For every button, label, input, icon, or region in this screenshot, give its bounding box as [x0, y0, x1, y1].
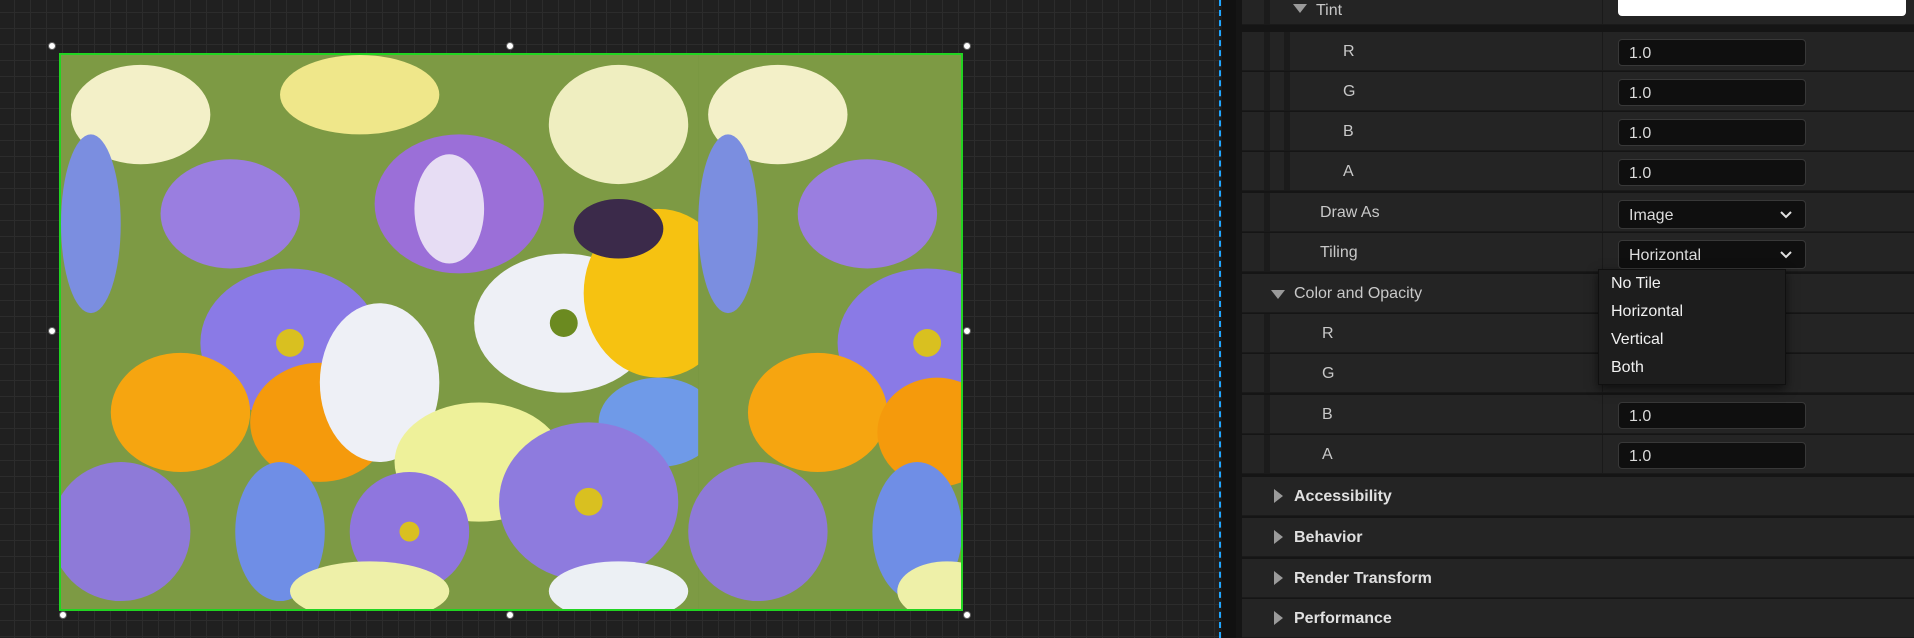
- tiling-dropdown-menu: No Tile Horizontal Vertical Both: [1598, 269, 1786, 385]
- tint-label: Tint: [1316, 2, 1343, 19]
- draw-as-label: Draw As: [1320, 204, 1380, 221]
- color-r-label: R: [1322, 325, 1334, 342]
- resize-handle-bottom-center[interactable]: [506, 611, 514, 619]
- tint-a-row: A 1.0: [1242, 152, 1914, 191]
- tint-r-input[interactable]: 1.0: [1618, 39, 1806, 66]
- section-performance[interactable]: Performance: [1242, 599, 1914, 638]
- draw-as-row: Draw As Image: [1242, 193, 1914, 232]
- tint-b-row: B 1.0: [1242, 112, 1914, 151]
- expand-arrow-icon[interactable]: [1274, 611, 1283, 625]
- image-widget[interactable]: [59, 53, 963, 611]
- tint-row[interactable]: Tint: [1242, 0, 1914, 25]
- color-g-row: G: [1242, 354, 1914, 393]
- tint-b-label: B: [1343, 123, 1354, 140]
- color-g-label: G: [1322, 365, 1335, 382]
- tiling-option-horizontal[interactable]: Horizontal: [1599, 298, 1785, 326]
- panel-gutter: [1222, 0, 1236, 638]
- expand-arrow-icon[interactable]: [1274, 571, 1283, 585]
- tint-g-row: G 1.0: [1242, 72, 1914, 111]
- chevron-down-icon: [1780, 211, 1792, 219]
- tiling-option-no-tile[interactable]: No Tile: [1599, 270, 1785, 298]
- resize-handle-top-left[interactable]: [48, 42, 56, 50]
- expand-arrow-icon[interactable]: [1274, 530, 1283, 544]
- section-behavior-label: Behavior: [1294, 529, 1363, 546]
- color-b-row: B 1.0: [1242, 395, 1914, 434]
- resize-handle-top-center[interactable]: [506, 42, 514, 50]
- tint-g-label: G: [1343, 83, 1356, 100]
- color-opacity-row[interactable]: Color and Opacity: [1242, 274, 1914, 313]
- resize-handle-middle-right[interactable]: [963, 327, 971, 335]
- tint-color-swatch[interactable]: [1618, 0, 1906, 16]
- section-accessibility-label: Accessibility: [1294, 488, 1392, 505]
- resize-handle-middle-left[interactable]: [48, 327, 56, 335]
- tint-a-label: A: [1343, 163, 1354, 180]
- section-render-transform-label: Render Transform: [1294, 570, 1432, 587]
- draw-as-select[interactable]: Image: [1618, 200, 1806, 229]
- tint-g-input[interactable]: 1.0: [1618, 79, 1806, 106]
- draw-as-value: Image: [1629, 207, 1674, 224]
- section-accessibility[interactable]: Accessibility: [1242, 477, 1914, 516]
- resize-handle-bottom-left[interactable]: [59, 611, 67, 619]
- resize-handle-top-right[interactable]: [963, 42, 971, 50]
- tiling-row: Tiling Horizontal: [1242, 233, 1914, 272]
- tint-r-row: R 1.0: [1242, 32, 1914, 71]
- designer-canvas[interactable]: [0, 0, 1220, 638]
- tiling-label: Tiling: [1320, 244, 1358, 261]
- resize-handle-bottom-right[interactable]: [963, 611, 971, 619]
- details-panel: Tint R 1.0 G 1.0 B 1.0 A 1.0 Draw As Ima…: [1222, 0, 1914, 638]
- color-r-row: R: [1242, 314, 1914, 353]
- collapse-arrow-icon[interactable]: [1293, 4, 1307, 13]
- tiling-value: Horizontal: [1629, 247, 1702, 264]
- section-render-transform[interactable]: Render Transform: [1242, 559, 1914, 598]
- guide-line: [1219, 0, 1221, 638]
- flower-image: [61, 55, 961, 609]
- section-behavior[interactable]: Behavior: [1242, 518, 1914, 557]
- tint-a-input[interactable]: 1.0: [1618, 159, 1806, 186]
- color-b-label: B: [1322, 406, 1333, 423]
- tiling-select[interactable]: Horizontal: [1618, 240, 1806, 269]
- tint-b-input[interactable]: 1.0: [1618, 119, 1806, 146]
- color-a-input[interactable]: 1.0: [1618, 442, 1806, 469]
- collapse-arrow-icon[interactable]: [1271, 290, 1285, 299]
- chevron-down-icon: [1780, 251, 1792, 259]
- tint-r-label: R: [1343, 43, 1355, 60]
- color-a-label: A: [1322, 446, 1333, 463]
- flower-tile-repeat: [688, 55, 961, 609]
- tiling-option-both[interactable]: Both: [1599, 354, 1785, 382]
- expand-arrow-icon[interactable]: [1274, 489, 1283, 503]
- color-b-input[interactable]: 1.0: [1618, 402, 1806, 429]
- section-performance-label: Performance: [1294, 610, 1392, 627]
- tiling-option-vertical[interactable]: Vertical: [1599, 326, 1785, 354]
- color-a-row: A 1.0: [1242, 435, 1914, 474]
- color-opacity-label: Color and Opacity: [1294, 285, 1423, 302]
- flower-tile-primary: [61, 55, 734, 609]
